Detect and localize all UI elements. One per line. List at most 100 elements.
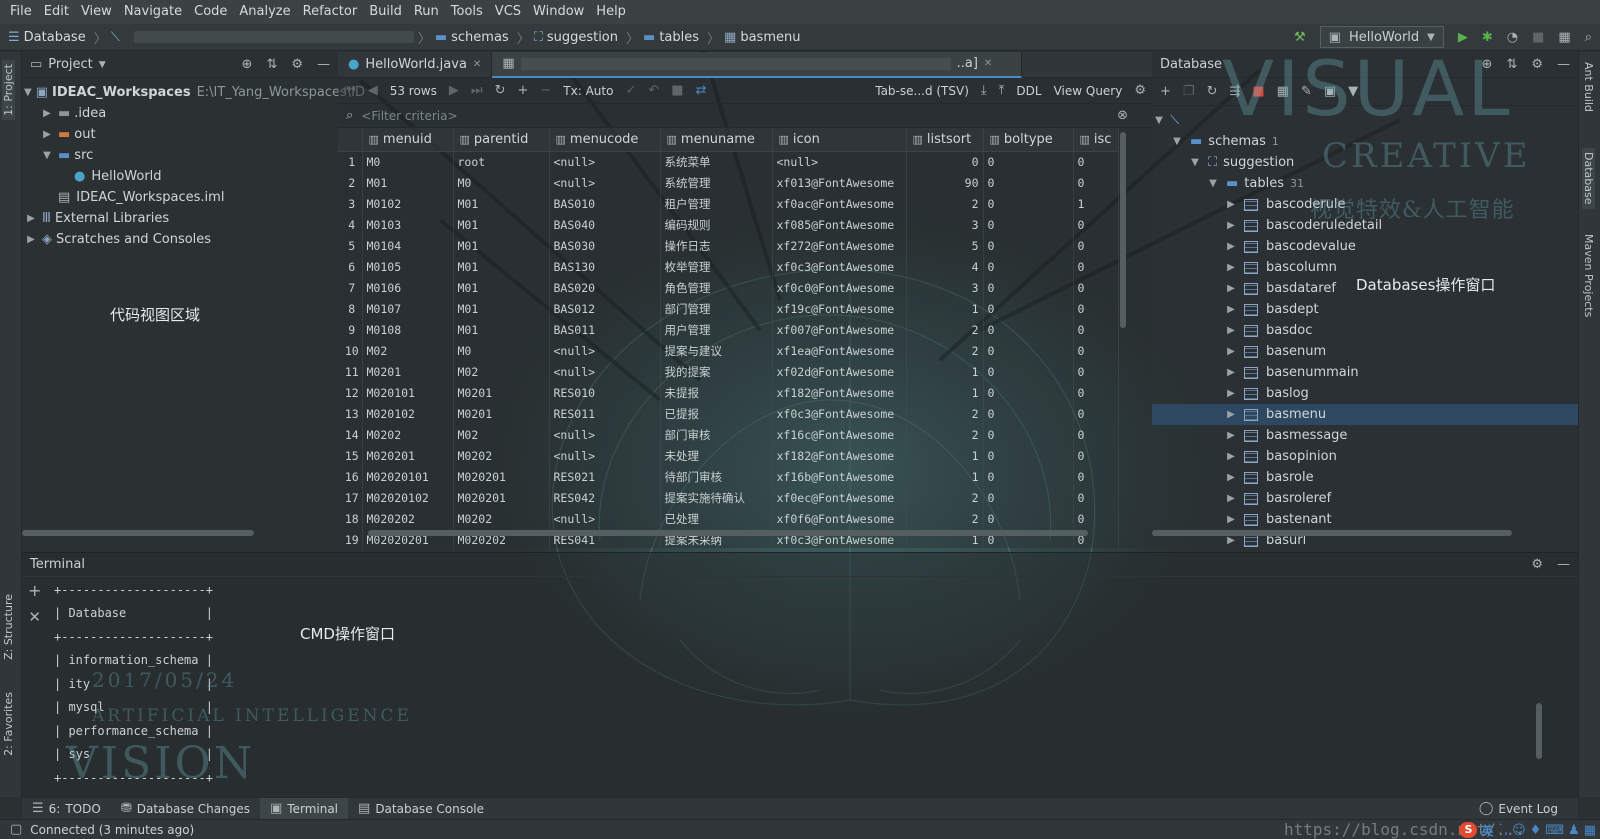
debug-icon[interactable]: ✱ bbox=[1482, 30, 1493, 45]
grid-cell[interactable]: xf16b@FontAwesome bbox=[772, 466, 907, 487]
grid-cell[interactable]: 0 bbox=[983, 340, 1074, 361]
layout-icon[interactable]: ▢ bbox=[10, 822, 22, 837]
grid-cell[interactable]: M0106 bbox=[362, 277, 454, 298]
grid-cell[interactable]: 0 bbox=[1073, 361, 1119, 382]
table-row[interactable]: 17 M02020102 M020201 RES042 提案实施待确认 xf0ec@Fon… bbox=[338, 487, 1119, 508]
grid-cell[interactable]: 5 bbox=[906, 235, 984, 256]
tree-item-external-libraries[interactable]: ▶ Ⅲ External Libraries bbox=[24, 208, 338, 229]
table-node-basrole[interactable]: ▶ basrole bbox=[1152, 467, 1578, 488]
expand-arrow-icon[interactable]: ▶ bbox=[1224, 304, 1238, 315]
view-query-button[interactable]: View Query bbox=[1054, 84, 1123, 98]
grid-cell[interactable]: 角色管理 bbox=[660, 277, 773, 298]
database-tool-tab[interactable]: Database bbox=[1582, 148, 1595, 209]
disconnect-icon[interactable]: ■ bbox=[1252, 84, 1264, 99]
project-panel-title[interactable]: Project bbox=[48, 57, 92, 72]
expand-arrow-icon[interactable]: ▶ bbox=[1224, 367, 1238, 378]
grid-cell[interactable]: 0 bbox=[1073, 151, 1119, 172]
table-node-basdoc[interactable]: ▶ basdoc bbox=[1152, 320, 1578, 341]
grid-cell[interactable]: 0 bbox=[983, 508, 1074, 529]
table-row[interactable]: 12 M020101 M0201 RES010 未提报 xf182@FontAwesome… bbox=[338, 382, 1119, 403]
table-row[interactable]: 3 M0102 M01 BAS010 租户管理 xf0ac@FontAwesome 2 0 1 bbox=[338, 193, 1119, 214]
datasource-node[interactable]: ▼ ⟍ bbox=[1152, 110, 1578, 131]
expand-arrow-icon[interactable]: ▶ bbox=[40, 129, 54, 140]
grid-cell[interactable]: 0 bbox=[1073, 319, 1119, 340]
menu-item-build[interactable]: Build bbox=[363, 0, 408, 24]
grid-cell[interactable]: 枚举管理 bbox=[660, 256, 773, 277]
grid-cell[interactable]: 0 bbox=[983, 214, 1074, 235]
expand-arrow-icon[interactable]: ▶ bbox=[1224, 346, 1238, 357]
expand-arrow-icon[interactable]: ▶ bbox=[1224, 430, 1238, 441]
tree-item-helloworld[interactable]: ● HelloWorld bbox=[24, 166, 338, 187]
grid-cell[interactable]: xf0ec@FontAwesome bbox=[772, 487, 907, 508]
tab-basmenu[interactable]: ▦ ..a] ✕ bbox=[492, 51, 1023, 78]
grid-cell[interactable]: M020201 bbox=[362, 445, 454, 466]
coverage-icon[interactable]: ◔ bbox=[1507, 30, 1518, 45]
grid-cell[interactable]: RES011 bbox=[549, 403, 661, 424]
grid-cell[interactable]: xf0c0@FontAwesome bbox=[772, 277, 907, 298]
emoji-icon[interactable]: ☺ bbox=[1512, 823, 1526, 838]
grid-cell[interactable]: 0 bbox=[983, 382, 1074, 403]
minimize-icon[interactable]: — bbox=[1557, 57, 1570, 72]
minimize-icon[interactable]: — bbox=[317, 57, 330, 72]
table-node-basmenu[interactable]: ▶ basmenu bbox=[1152, 404, 1578, 425]
grid-cell[interactable]: <null> bbox=[549, 445, 661, 466]
table-row[interactable]: 14 M0202 M02 <null> 部门审核 xf16c@FontAwesome 2 0 0 bbox=[338, 424, 1119, 445]
grid-cell[interactable]: 操作日志 bbox=[660, 235, 773, 256]
grid-cell[interactable]: 0 bbox=[983, 235, 1074, 256]
rollback-icon[interactable]: ↶ bbox=[648, 83, 659, 98]
horizontal-scrollbar[interactable] bbox=[1152, 530, 1512, 536]
grid-cell[interactable]: 0 bbox=[1073, 298, 1119, 319]
gear-icon[interactable]: ⚙ bbox=[1134, 83, 1146, 98]
grid-cell[interactable]: root bbox=[453, 151, 550, 172]
grid-cell[interactable]: <null> bbox=[549, 361, 661, 382]
project-tool-tab[interactable]: 1: Project bbox=[2, 60, 15, 120]
project-structure-icon[interactable]: ▦ bbox=[1558, 30, 1570, 45]
grid-cell[interactable]: xf0f6@FontAwesome bbox=[772, 508, 907, 529]
grid-cell[interactable]: M0103 bbox=[362, 214, 454, 235]
first-page-icon[interactable]: ⏮ bbox=[344, 83, 356, 98]
table-view-icon[interactable]: ▦ bbox=[1277, 84, 1289, 99]
grid-cell[interactable]: 0 bbox=[983, 193, 1074, 214]
grid-cell[interactable]: 0 bbox=[1073, 235, 1119, 256]
grid-cell[interactable]: 2 bbox=[906, 508, 984, 529]
vertical-scrollbar[interactable] bbox=[1536, 703, 1542, 759]
grid-cell[interactable]: M0202 bbox=[362, 424, 454, 445]
menu-item-analyze[interactable]: Analyze bbox=[233, 0, 296, 24]
expand-arrow-icon[interactable]: ▶ bbox=[1224, 220, 1238, 231]
grid-cell[interactable]: 2 bbox=[906, 319, 984, 340]
grid-cell[interactable]: M0202 bbox=[453, 445, 550, 466]
grid-cell[interactable]: 我的提案 bbox=[660, 361, 773, 382]
refresh-icon[interactable]: ↻ bbox=[495, 83, 506, 98]
grid-cell[interactable]: 3 bbox=[906, 214, 984, 235]
grid-cell[interactable]: 1 bbox=[906, 298, 984, 319]
grid-cell[interactable]: M01 bbox=[453, 256, 550, 277]
table-row[interactable]: 18 M020202 M0202 <null> 已处理 xf0f6@FontAwesome… bbox=[338, 508, 1119, 529]
grid-cell[interactable]: RES042 bbox=[549, 487, 661, 508]
grid-cell[interactable]: BAS012 bbox=[549, 298, 661, 319]
grid-cell[interactable]: M0201 bbox=[362, 361, 454, 382]
grid-cell[interactable]: RES010 bbox=[549, 382, 661, 403]
tree-item-src[interactable]: ▼ ▬ src bbox=[24, 145, 338, 166]
column-header-menucode[interactable]: ▥ menucode bbox=[549, 128, 661, 152]
grid-cell[interactable]: xf085@FontAwesome bbox=[772, 214, 907, 235]
grid-cell[interactable]: xf0c3@FontAwesome bbox=[772, 403, 907, 424]
grid-cell[interactable]: M0201 bbox=[453, 382, 550, 403]
grid-cell[interactable]: 0 bbox=[983, 403, 1074, 424]
last-page-icon[interactable]: ⏭ bbox=[471, 83, 483, 98]
grid-cell[interactable]: 3 bbox=[906, 277, 984, 298]
menu-item-run[interactable]: Run bbox=[408, 0, 445, 24]
grid-cell[interactable]: 用户管理 bbox=[660, 319, 773, 340]
grid-cell[interactable]: 未提报 bbox=[660, 382, 773, 403]
expand-arrow-icon[interactable]: ▶ bbox=[1224, 493, 1238, 504]
grid-cell[interactable]: xf0c3@FontAwesome bbox=[772, 256, 907, 277]
table-row[interactable]: 7 M0106 M01 BAS020 角色管理 xf0c0@FontAwesome 3 0 0 bbox=[338, 277, 1119, 298]
grid-cell[interactable]: 0 bbox=[1073, 466, 1119, 487]
refresh-icon[interactable]: ↻ bbox=[1207, 84, 1218, 99]
add-icon[interactable]: + bbox=[1160, 84, 1171, 99]
grid-cell[interactable]: <null> bbox=[549, 508, 661, 529]
grid-cell[interactable]: 0 bbox=[983, 319, 1074, 340]
menu-item-edit[interactable]: Edit bbox=[38, 0, 75, 24]
table-node-basdept[interactable]: ▶ basdept bbox=[1152, 299, 1578, 320]
grid-cell[interactable]: 0 bbox=[1073, 277, 1119, 298]
grid-cell[interactable]: 0 bbox=[1073, 172, 1119, 193]
